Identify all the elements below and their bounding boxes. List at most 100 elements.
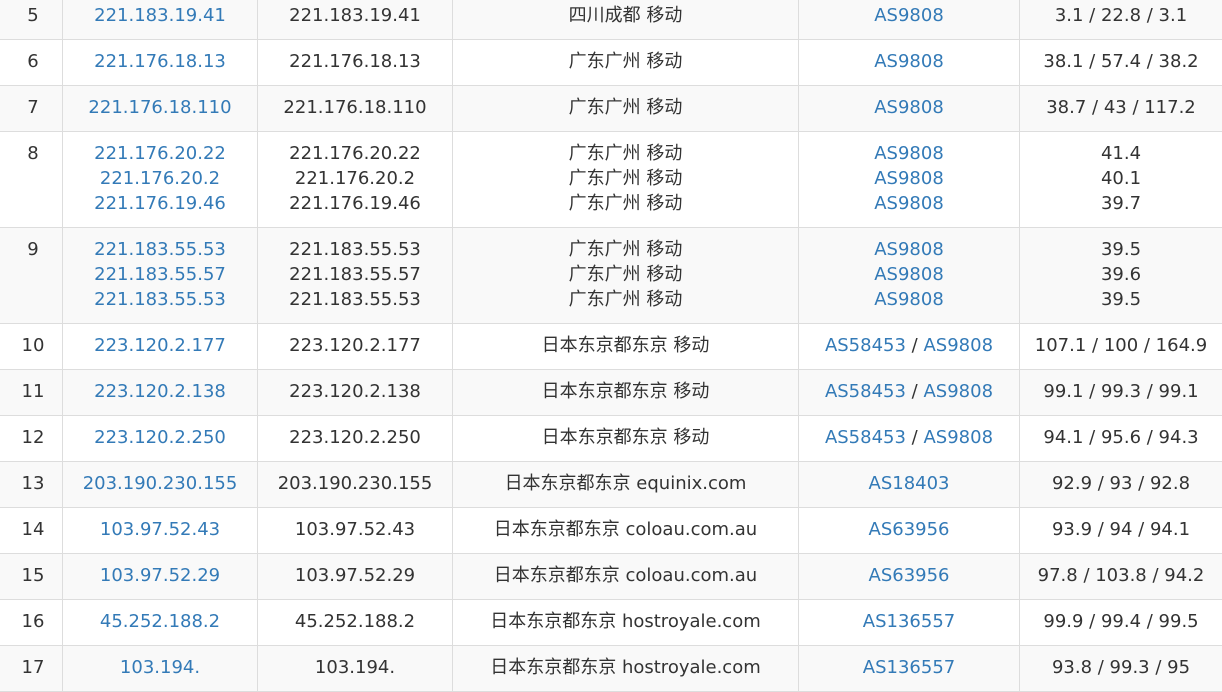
table-row: 14 103.97.52.43 103.97.52.43 日本东京都东京 coloau… bbox=[0, 508, 1222, 554]
ip-address-link[interactable]: 221.183.55.53 bbox=[94, 289, 226, 310]
asn-line: AS9808 bbox=[799, 3, 1019, 28]
hop-number-cell: 12 bbox=[0, 416, 63, 461]
location-text: 日本东京都东京 coloau.com.au bbox=[493, 519, 758, 540]
asn-link[interactable]: AS9808 bbox=[874, 168, 944, 189]
asn-line: AS136557 bbox=[799, 609, 1019, 634]
hostname-line: 221.176.20.22 bbox=[258, 141, 452, 166]
ip-address-link[interactable]: 223.120.2.177 bbox=[94, 335, 226, 356]
asn-link[interactable]: AS9808 bbox=[874, 143, 944, 164]
hostname-text: 221.183.19.41 bbox=[289, 5, 421, 26]
ip-address-link[interactable]: 223.120.2.138 bbox=[94, 381, 226, 402]
ip-address-link[interactable]: 103.97.52.29 bbox=[100, 565, 220, 586]
location-text: 日本东京都东京 移动 bbox=[541, 381, 710, 402]
ip-address-link[interactable]: 221.183.55.53 bbox=[94, 239, 226, 260]
table-row: 16 45.252.188.2 45.252.188.2 日本东京都东京 hostro… bbox=[0, 600, 1222, 646]
hostname-cell: 203.190.230.155 bbox=[258, 462, 453, 507]
asn-cell: AS9808 AS9808 AS9808 bbox=[799, 132, 1020, 227]
hop-number-cell: 15 bbox=[0, 554, 63, 599]
hop-number: 15 bbox=[21, 565, 45, 586]
ip-line: 103.97.52.43 bbox=[63, 517, 257, 542]
asn-link[interactable]: AS9808 bbox=[923, 381, 993, 402]
asn-link[interactable]: AS9808 bbox=[923, 335, 993, 356]
ip-address-link[interactable]: 221.183.55.57 bbox=[94, 264, 226, 285]
hop-number-cell: 16 bbox=[0, 600, 63, 645]
hop-number: 6 bbox=[27, 51, 39, 72]
ip-address-link[interactable]: 221.176.20.22 bbox=[94, 143, 226, 164]
hostname-line: 103.97.52.29 bbox=[258, 563, 452, 588]
ip-cell: 45.252.188.2 bbox=[63, 600, 258, 645]
hop-number-cell: 13 bbox=[0, 462, 63, 507]
ip-cell: 103.194. bbox=[63, 646, 258, 691]
latency-text: 99.9 / 99.4 / 99.5 bbox=[1043, 611, 1199, 632]
asn-line: AS9808 bbox=[799, 191, 1019, 216]
location-text: 广东广州 移动 bbox=[568, 193, 683, 214]
asn-link[interactable]: AS63956 bbox=[869, 519, 950, 540]
hop-number: 7 bbox=[27, 97, 39, 118]
location-cell: 日本东京都东京 equinix.com bbox=[453, 462, 799, 507]
hop-number-cell: 17 bbox=[0, 646, 63, 691]
latency-text: 92.9 / 93 / 92.8 bbox=[1051, 473, 1191, 494]
table-row: 6 221.176.18.13 221.176.18.13 广东广州 移动 AS9808… bbox=[0, 40, 1222, 86]
asn-link[interactable]: AS9808 bbox=[923, 427, 993, 448]
hostname-cell: 221.176.18.13 bbox=[258, 40, 453, 85]
ip-address-link[interactable]: 221.176.18.110 bbox=[88, 97, 231, 118]
ip-address-link[interactable]: 103.194. bbox=[120, 657, 200, 678]
location-cell: 日本东京都东京 coloau.com.au bbox=[453, 508, 799, 553]
ip-address-link[interactable]: 203.190.230.155 bbox=[83, 473, 238, 494]
asn-link[interactable]: AS9808 bbox=[874, 51, 944, 72]
asn-cell: AS63956 bbox=[799, 508, 1020, 553]
hop-number: 9 bbox=[27, 239, 39, 260]
hop-number: 10 bbox=[21, 335, 45, 356]
latency-text: 3.1 / 22.8 / 3.1 bbox=[1054, 5, 1188, 26]
table-row: 12 223.120.2.250 223.120.2.250 日本东京都东京 移动 AS… bbox=[0, 416, 1222, 462]
ip-address-link[interactable]: 221.176.20.2 bbox=[100, 168, 220, 189]
location-text: 广东广州 移动 bbox=[568, 51, 683, 72]
latency-text: 94.1 / 95.6 / 94.3 bbox=[1043, 427, 1199, 448]
hostname-text: 221.176.20.22 bbox=[289, 143, 421, 164]
asn-separator: / bbox=[911, 335, 918, 356]
asn-line: AS9808 bbox=[799, 95, 1019, 120]
asn-link[interactable]: AS9808 bbox=[874, 289, 944, 310]
ip-address-link[interactable]: 221.176.18.13 bbox=[94, 51, 226, 72]
asn-link[interactable]: AS136557 bbox=[863, 611, 955, 632]
asn-cell: AS9808 bbox=[799, 86, 1020, 131]
ip-address-link[interactable]: 221.183.19.41 bbox=[94, 5, 226, 26]
asn-line: AS58453 / AS9808 bbox=[799, 333, 1019, 358]
table-row: 7 221.176.18.110 221.176.18.110 广东广州 移动 AS98… bbox=[0, 86, 1222, 132]
hop-number-cell: 8 bbox=[0, 132, 63, 227]
hostname-text: 221.183.55.53 bbox=[289, 239, 421, 260]
asn-link[interactable]: AS9808 bbox=[874, 239, 944, 260]
ip-address-link[interactable]: 103.97.52.43 bbox=[100, 519, 220, 540]
asn-link[interactable]: AS18403 bbox=[869, 473, 950, 494]
hostname-cell: 221.176.20.22 221.176.20.2 221.176.19.46 bbox=[258, 132, 453, 227]
asn-link[interactable]: AS9808 bbox=[874, 264, 944, 285]
hostname-line: 221.176.18.110 bbox=[258, 95, 452, 120]
ip-address-link[interactable]: 223.120.2.250 bbox=[94, 427, 226, 448]
hostname-line: 103.194. bbox=[258, 655, 452, 680]
latency-text: 39.5 bbox=[1100, 239, 1142, 260]
location-cell: 日本东京都东京 移动 bbox=[453, 370, 799, 415]
hostname-line: 221.183.55.53 bbox=[258, 237, 452, 262]
ip-line: 221.176.18.13 bbox=[63, 49, 257, 74]
asn-line: AS58453 / AS9808 bbox=[799, 379, 1019, 404]
asn-link[interactable]: AS58453 bbox=[825, 381, 906, 402]
ip-address-link[interactable]: 45.252.188.2 bbox=[100, 611, 220, 632]
asn-link[interactable]: AS9808 bbox=[874, 97, 944, 118]
ip-address-link[interactable]: 221.176.19.46 bbox=[94, 193, 226, 214]
ip-line: 221.176.20.2 bbox=[63, 166, 257, 191]
ip-line: 45.252.188.2 bbox=[63, 609, 257, 634]
ip-cell: 223.120.2.177 bbox=[63, 324, 258, 369]
asn-line: AS58453 / AS9808 bbox=[799, 425, 1019, 450]
asn-link[interactable]: AS136557 bbox=[863, 657, 955, 678]
asn-link[interactable]: AS9808 bbox=[874, 193, 944, 214]
asn-link[interactable]: AS63956 bbox=[869, 565, 950, 586]
hostname-cell: 103.97.52.43 bbox=[258, 508, 453, 553]
latency-text: 99.1 / 99.3 / 99.1 bbox=[1043, 381, 1199, 402]
asn-link[interactable]: AS58453 bbox=[825, 335, 906, 356]
latency-text: 97.8 / 103.8 / 94.2 bbox=[1037, 565, 1205, 586]
asn-link[interactable]: AS58453 bbox=[825, 427, 906, 448]
location-text: 日本东京都东京 移动 bbox=[541, 427, 710, 448]
hostname-text: 223.120.2.138 bbox=[289, 381, 421, 402]
hop-number-cell: 7 bbox=[0, 86, 63, 131]
asn-link[interactable]: AS9808 bbox=[874, 5, 944, 26]
